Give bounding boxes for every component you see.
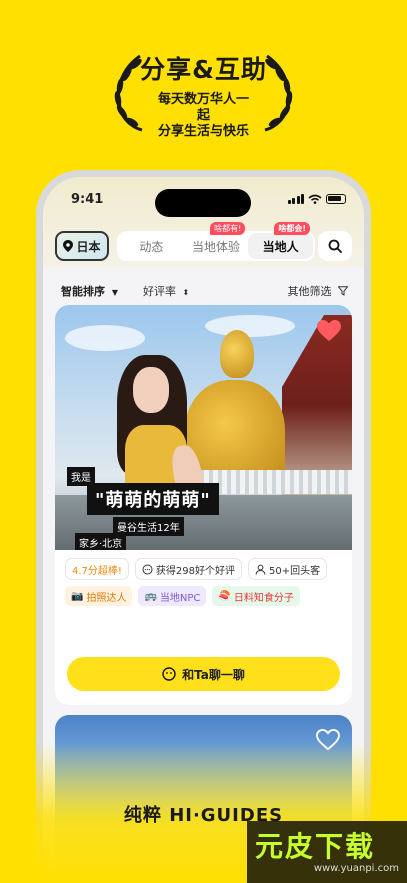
tab-locals[interactable]: 当地人 啥都会! (248, 222, 314, 259)
search-icon (328, 239, 342, 253)
person-icon (255, 564, 266, 575)
guide-card[interactable]: 我是 "萌萌的萌萌" 曼谷生活12年 家乡·北京 4.7分超棒! 获得298好个… (55, 305, 352, 705)
tab-feed[interactable]: 动态 (119, 233, 184, 259)
sort-arrows-icon: ⬍ (182, 288, 190, 297)
battery-icon (326, 194, 346, 204)
search-button[interactable] (318, 231, 352, 261)
sort-label: 智能排序 (61, 285, 105, 298)
tab-local-experience[interactable]: 当地体验 啥都有! (184, 222, 249, 259)
tab-segment: 动态 当地体验 啥都有! 当地人 啥都会! (117, 222, 315, 261)
hero: 分享&互助 每天数万华人一 起 分享生活与快乐 (0, 50, 407, 140)
country-selector[interactable]: 日本 (55, 231, 109, 261)
status-bar: 9:41 (43, 189, 364, 217)
guide-nickname: "萌萌的萌萌" (87, 483, 219, 515)
tag-japanese-food: 🍣 日料知食分子 (212, 586, 300, 606)
hometown-tag: 家乡·北京 (75, 533, 127, 550)
bus-icon: 🚌 (144, 590, 157, 602)
tag-local-npc: 🚌 当地NPC (138, 586, 207, 606)
wifi-icon (308, 194, 322, 204)
hero-title: 分享&互助 (140, 55, 267, 84)
tag-photographer: 📷 拍照达人 (65, 586, 133, 606)
sushi-icon: 🍣 (218, 590, 231, 602)
rating-label: 好评率 (143, 285, 176, 298)
hero-subtitle: 每天数万华人一 起 分享生活与快乐 (0, 92, 407, 140)
country-label: 日本 (76, 239, 101, 254)
rating-badge: 4.7分超棒! (65, 558, 129, 580)
favorite-heart-icon[interactable] (316, 319, 342, 343)
funnel-icon (337, 286, 349, 296)
smiley-icon (162, 667, 176, 681)
rating-sort[interactable]: 好评率 ⬍ (143, 283, 189, 299)
tab-locals-label: 当地人 (262, 239, 299, 254)
hero-line-1: 每天数万华人一 (157, 92, 249, 107)
guide-photo[interactable]: 我是 "萌萌的萌萌" 曼谷生活12年 家乡·北京 (55, 305, 352, 550)
reviews-badge: 获得298好个好评 (134, 558, 243, 580)
tab-local-experience-label: 当地体验 (192, 239, 241, 254)
tab-badge: 啥都有! (210, 222, 246, 235)
repeat-customers-badge: 50+回头客 (248, 558, 328, 580)
caret-down-icon: ▼ (111, 288, 118, 297)
other-filter[interactable]: 其他筛选 (288, 283, 349, 299)
message-icon (142, 564, 153, 574)
filter-row: 智能排序 ▼ 好评率 ⬍ 其他筛选 (55, 283, 352, 299)
location-pin-icon (63, 240, 74, 252)
status-time: 9:41 (71, 192, 104, 207)
watermark-main: 元皮下载 (255, 830, 376, 863)
tab-badge: 啥都会! (274, 222, 311, 235)
tab-feed-label: 动态 (139, 239, 164, 254)
top-bar: 日本 动态 当地体验 啥都有! 当地人 啥都会! (55, 222, 352, 263)
camera-icon: 📷 (71, 590, 84, 602)
watermark: 元皮下载 www.yuanpi.com (247, 821, 407, 883)
stats-row: 4.7分超棒! 获得298好个好评 50+回头客 📷 拍照达人 🚌 当地NPC … (55, 550, 352, 606)
hero-line-3: 分享生活与快乐 (157, 124, 249, 139)
signal-icon (287, 194, 304, 204)
sort-dropdown[interactable]: 智能排序 ▼ (61, 283, 118, 299)
other-filter-label: 其他筛选 (287, 285, 332, 298)
chat-button[interactable]: 和Ta聊一聊 (67, 657, 340, 691)
dynamic-island (155, 189, 251, 217)
chat-button-label: 和Ta聊一聊 (182, 667, 245, 682)
hero-line-2: 起 (196, 108, 210, 123)
